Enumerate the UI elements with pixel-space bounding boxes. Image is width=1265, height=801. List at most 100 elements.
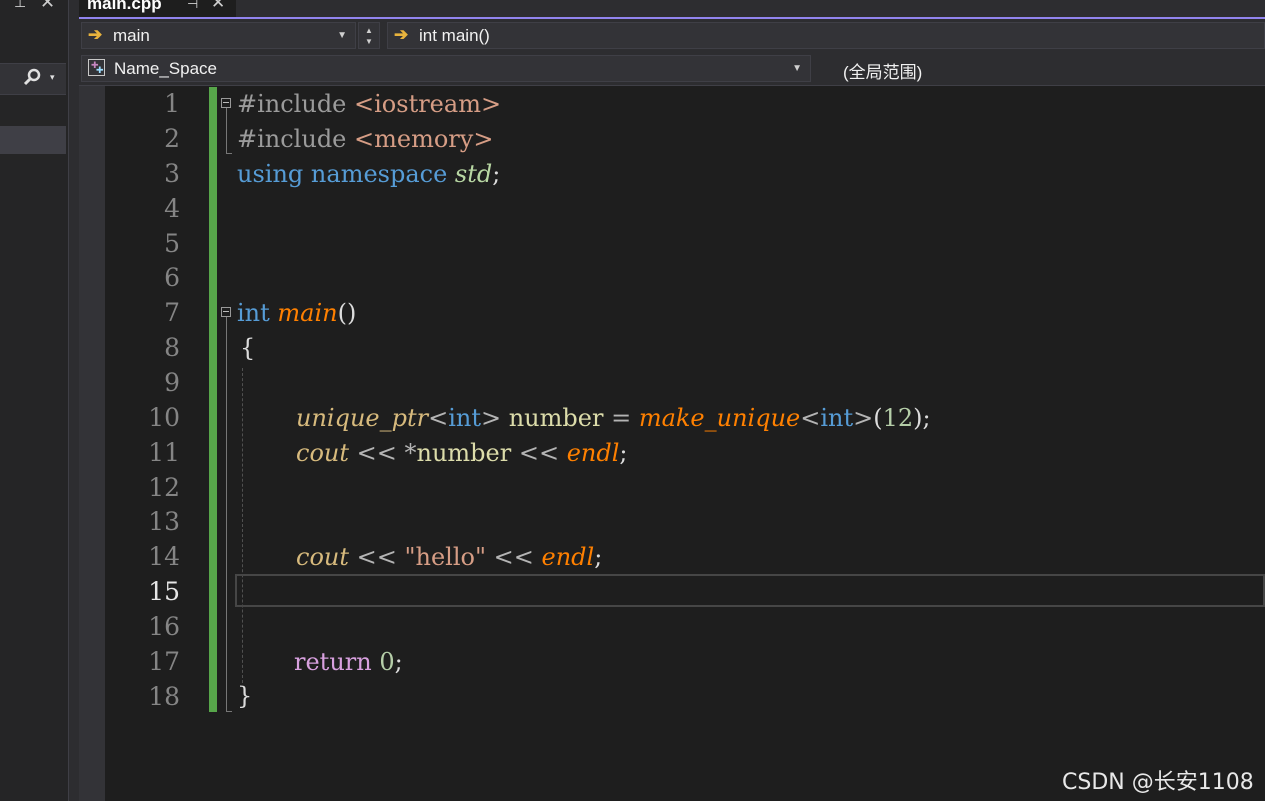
- pane-search-box[interactable]: ▾: [0, 63, 66, 95]
- function-name: endl: [541, 543, 595, 571]
- punctuation: ;: [594, 543, 603, 571]
- code-line-8: {: [240, 331, 255, 366]
- function-name: make_unique: [638, 404, 801, 432]
- variable: number: [416, 439, 512, 467]
- fold-end: [226, 711, 232, 712]
- keyword: int: [448, 404, 481, 432]
- line-number: 17: [148, 647, 180, 676]
- line-number: 18: [148, 682, 180, 711]
- number-literal: 0: [371, 648, 395, 676]
- punctuation: (): [337, 299, 357, 327]
- member-dropdown-value: int main(): [419, 26, 490, 45]
- pin-tab-icon[interactable]: ⊣: [187, 0, 198, 12]
- operator: << *: [349, 439, 417, 467]
- line-number: 16: [148, 612, 180, 641]
- code-line-14: cout << "hello" << endl;: [296, 540, 602, 575]
- scope-dropdown[interactable]: (全局范围): [815, 55, 1265, 82]
- namespace-name: std: [454, 160, 493, 188]
- namespace-dropdown[interactable]: ✚ ✚ Name_Space ▼: [81, 55, 811, 82]
- preprocessor: #include: [237, 90, 355, 118]
- fold-line: [226, 317, 227, 712]
- indent-guide: [242, 368, 243, 683]
- operator: <<: [486, 543, 542, 571]
- punctuation: >: [853, 404, 874, 432]
- keyword: int: [237, 299, 270, 327]
- chevron-down-icon[interactable]: ▾: [50, 72, 55, 83]
- current-line-highlight: [235, 574, 1265, 607]
- arrow-right-icon: ➔: [88, 25, 103, 44]
- code-editor[interactable]: [105, 86, 1265, 801]
- line-number: 4: [164, 194, 180, 223]
- punctuation: <: [428, 404, 449, 432]
- close-tab-icon[interactable]: ✕: [211, 0, 225, 13]
- function-dropdown[interactable]: ➔ main ▼: [81, 22, 356, 49]
- function-name: main: [277, 299, 338, 327]
- splitter[interactable]: [69, 0, 79, 801]
- code-line-10: unique_ptr<int> number = make_unique<int…: [296, 401, 931, 436]
- identifier: cout: [296, 439, 349, 467]
- code-line-7: int main(): [237, 296, 356, 331]
- tab-title: main.cpp: [87, 0, 162, 13]
- document-tab-strip: main.cpp ⊣ ✕: [79, 0, 1265, 19]
- operator: <<: [349, 543, 405, 571]
- scope-bar: ✚ ✚ Name_Space ▼ (全局范围): [79, 52, 1265, 86]
- identifier: cout: [296, 543, 349, 571]
- code-line-18: }: [237, 679, 252, 714]
- navigation-bar: ➔ main ▼ ▲ ▼ ➔ int main(): [79, 19, 1265, 52]
- fold-end: [226, 153, 232, 154]
- search-icon[interactable]: [22, 67, 42, 93]
- indicator-margin[interactable]: [79, 86, 105, 801]
- include-path: <iostream>: [354, 90, 502, 118]
- selected-tree-item[interactable]: [0, 126, 66, 154]
- line-number: 1: [164, 89, 180, 118]
- type-name: unique_ptr: [296, 404, 429, 432]
- line-number: 6: [164, 263, 180, 292]
- collapse-icon[interactable]: [221, 307, 231, 317]
- code-line-1: #include <iostream>: [237, 87, 501, 122]
- collapse-icon[interactable]: [221, 98, 231, 108]
- operator: =: [611, 404, 639, 432]
- line-number: 13: [148, 507, 180, 536]
- spin-down-icon[interactable]: ▼: [359, 36, 379, 47]
- function-dropdown-value: main: [113, 26, 150, 45]
- punctuation: {: [240, 334, 256, 362]
- line-number: 5: [164, 229, 180, 258]
- change-tracking-bar: [209, 87, 217, 712]
- punctuation: ;: [492, 160, 501, 188]
- string-literal: "hello": [404, 543, 487, 571]
- chevron-down-icon[interactable]: ▼: [792, 63, 802, 74]
- line-number-current: 15: [148, 577, 180, 606]
- member-dropdown[interactable]: ➔ int main(): [387, 22, 1265, 49]
- line-number: 3: [164, 159, 180, 188]
- punctuation: <: [800, 404, 821, 432]
- line-number: 10: [148, 403, 180, 432]
- punctuation: );: [913, 404, 931, 432]
- punctuation: }: [237, 682, 253, 710]
- keyword: int: [820, 404, 854, 432]
- code-line-17: return 0;: [294, 645, 403, 680]
- preprocessor: #include: [237, 125, 355, 153]
- punctuation: (: [873, 404, 883, 432]
- nav-spinner[interactable]: ▲ ▼: [358, 22, 380, 49]
- line-number: 8: [164, 333, 180, 362]
- variable: number: [501, 404, 612, 432]
- code-line-11: cout << *number << endl;: [296, 436, 627, 471]
- code-line-2: #include <memory>: [237, 122, 493, 157]
- operator: <<: [511, 439, 567, 467]
- pin-icon[interactable]: ⊥: [14, 0, 26, 11]
- keyword: namespace: [310, 160, 448, 188]
- spin-up-icon[interactable]: ▲: [359, 25, 379, 36]
- punctuation: ;: [394, 648, 403, 676]
- tab-main-cpp[interactable]: main.cpp ⊣ ✕: [79, 0, 236, 17]
- scope-dropdown-value: (全局范围): [843, 63, 923, 82]
- fold-line: [226, 108, 227, 154]
- line-number: 14: [148, 542, 180, 571]
- solution-explorer-pane: ⊥ ✕ ▾: [0, 0, 69, 801]
- line-number: 2: [164, 124, 180, 153]
- arrow-right-icon: ➔: [394, 25, 409, 44]
- chevron-down-icon[interactable]: ▼: [337, 30, 347, 41]
- watermark: CSDN @长安1108: [1062, 770, 1254, 795]
- close-icon[interactable]: ✕: [40, 0, 55, 13]
- number-literal: 12: [882, 404, 914, 432]
- line-number: 12: [148, 473, 180, 502]
